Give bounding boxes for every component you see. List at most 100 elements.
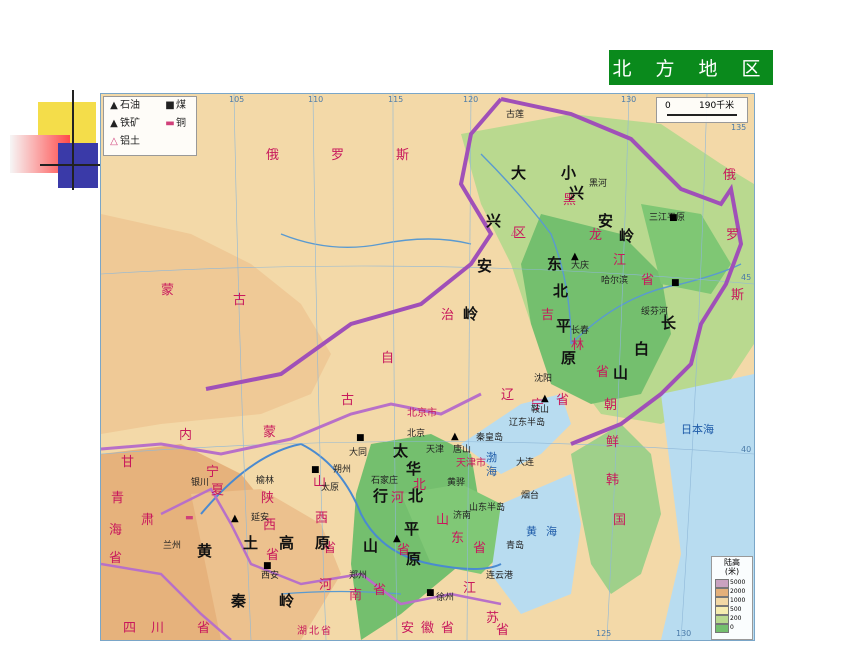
- label-shandong: 省: [473, 541, 487, 556]
- label-sichuan: 川: [151, 621, 165, 636]
- lon-tick-130: 130: [621, 95, 637, 104]
- label-inner-mongolia: 古: [341, 393, 355, 408]
- iron-icon: ▲: [110, 118, 118, 129]
- lon-tick-120: 120: [463, 95, 479, 104]
- label-taihang: 行: [373, 487, 389, 505]
- label-russia: 罗: [331, 148, 345, 163]
- label-hubei: 省: [321, 626, 331, 637]
- city-label: 西安: [261, 571, 280, 581]
- lon-tick-135: 135: [731, 123, 747, 132]
- label-mongolia: 古: [233, 293, 247, 308]
- label-yellow-sea: 黄: [526, 525, 537, 538]
- city-label: 北京: [407, 429, 426, 439]
- label-xiao-xinganling: 安: [598, 212, 614, 230]
- city-label: 济南: [453, 511, 472, 521]
- city-label: 唐山: [453, 445, 472, 455]
- label-anhui: 徽: [421, 621, 435, 636]
- label-gansu: 肃: [141, 513, 155, 528]
- coal-marker: ■: [671, 278, 680, 288]
- label-hubei: 北: [309, 626, 319, 637]
- copper-marker: ▬: [185, 513, 194, 523]
- legend-iron: ▲ 铁矿: [108, 117, 140, 131]
- label-loess: 黄: [197, 542, 213, 560]
- label-liaodong-peninsula: 辽东半岛: [509, 418, 546, 428]
- oil-marker: ▲: [571, 251, 579, 262]
- label-shaanxi: 陕: [261, 491, 275, 506]
- city-label: 连云港: [486, 571, 514, 581]
- page-title: 北 方 地 区: [609, 50, 773, 85]
- lon-tick-110: 110: [308, 95, 324, 104]
- elevation-legend: 陆高 (米) 5000 2000 1000 500 200 0: [711, 556, 753, 640]
- city-label: 沈阳: [534, 374, 553, 384]
- label-qinghai: 省: [109, 551, 123, 566]
- label-heilongjiang: 江: [613, 253, 627, 268]
- label-heilongjiang: 龙: [589, 228, 603, 243]
- label-sichuan: 省: [197, 621, 211, 636]
- label-bohai: 海: [486, 465, 497, 478]
- elevation-title: 陆高 (米): [724, 558, 740, 576]
- label-bohai: 渤: [486, 451, 497, 464]
- city-label: 郑州: [349, 571, 368, 581]
- label-shandong: 山: [436, 513, 450, 528]
- elev-swatch-0: [715, 624, 729, 633]
- elev-swatch-200: [715, 615, 729, 624]
- bauxite-marker: △: [319, 513, 326, 523]
- label-northeast-plain: 东: [547, 255, 563, 273]
- label-inner-mongolia: 自: [381, 351, 395, 366]
- label-da-xing: 兴: [486, 212, 502, 230]
- label-qinghai: 海: [109, 523, 123, 538]
- label-anhui: 安: [401, 621, 415, 636]
- lon-tick-bottom-125: 125: [596, 629, 612, 638]
- label-da-xinganling: 大: [511, 164, 527, 182]
- label-shandong: 东: [451, 531, 465, 546]
- bauxite-icon: △: [110, 136, 118, 147]
- legend-oil: ▲ 石油: [108, 99, 140, 113]
- label-northeast-plain: 平: [556, 317, 572, 335]
- city-label: 青岛: [506, 541, 525, 551]
- label-huabei-plain: 平: [404, 520, 420, 538]
- label-jilin: 省: [596, 365, 610, 380]
- label-sea-of-japan: 日本海: [681, 423, 714, 436]
- city-label: 黑河: [589, 179, 608, 189]
- city-label: 榆林: [256, 476, 275, 486]
- city-label: 大同: [349, 448, 368, 458]
- lon-tick-105: 105: [229, 95, 245, 104]
- elev-swatch-5000: [715, 579, 729, 588]
- legend: ▲ 石油 ■煤 ▲ 铁矿 ▬铜 △ 铝土: [103, 96, 197, 156]
- label-gansu: 甘: [121, 455, 135, 470]
- label-russia: 斯: [396, 148, 410, 163]
- label-korea-south: 韩: [606, 473, 620, 488]
- label-changbai: 长: [661, 314, 677, 332]
- city-label: 秦皇岛: [476, 433, 504, 443]
- city-label: 石家庄: [371, 476, 399, 486]
- label-changbai: 山: [613, 364, 629, 382]
- label-qinling: 岭: [279, 592, 295, 610]
- label-russia-east: 斯: [731, 288, 745, 303]
- label-jiangsu: 省: [496, 623, 510, 638]
- oil-icon: ▲: [110, 100, 118, 111]
- label-anhui: 省: [441, 621, 455, 636]
- lon-tick-115: 115: [388, 95, 404, 104]
- label-da-xing: 岭: [463, 305, 479, 323]
- city-label: 黄骅: [447, 478, 466, 488]
- label-qinling: 秦: [231, 592, 247, 610]
- legend-bauxite: △ 铝土: [108, 135, 140, 149]
- label-taihang: 太: [393, 442, 409, 460]
- scale-distance: 190千米: [699, 101, 735, 111]
- label-huabei-plain: 原: [406, 550, 422, 568]
- label-henan: 省: [373, 583, 387, 598]
- label-shandong-peninsula: 山东半岛: [469, 503, 506, 513]
- label-liaoning: 省: [556, 393, 570, 408]
- copper-icon: ▬: [165, 118, 175, 129]
- iron-marker: ▲: [451, 431, 459, 442]
- label-hebei: 河: [391, 491, 405, 506]
- city-label: 太原: [321, 483, 340, 493]
- coal-marker: ■: [311, 465, 320, 475]
- decor-vertical-line: [72, 90, 74, 190]
- label-loess: 土: [243, 534, 259, 552]
- label-xiao-xinganling: 小: [561, 164, 577, 182]
- label-northeast-plain: 北: [553, 282, 569, 300]
- label-taihang: 山: [363, 537, 379, 555]
- label-korea-south: 国: [613, 513, 627, 528]
- city-label: 大连: [516, 458, 535, 468]
